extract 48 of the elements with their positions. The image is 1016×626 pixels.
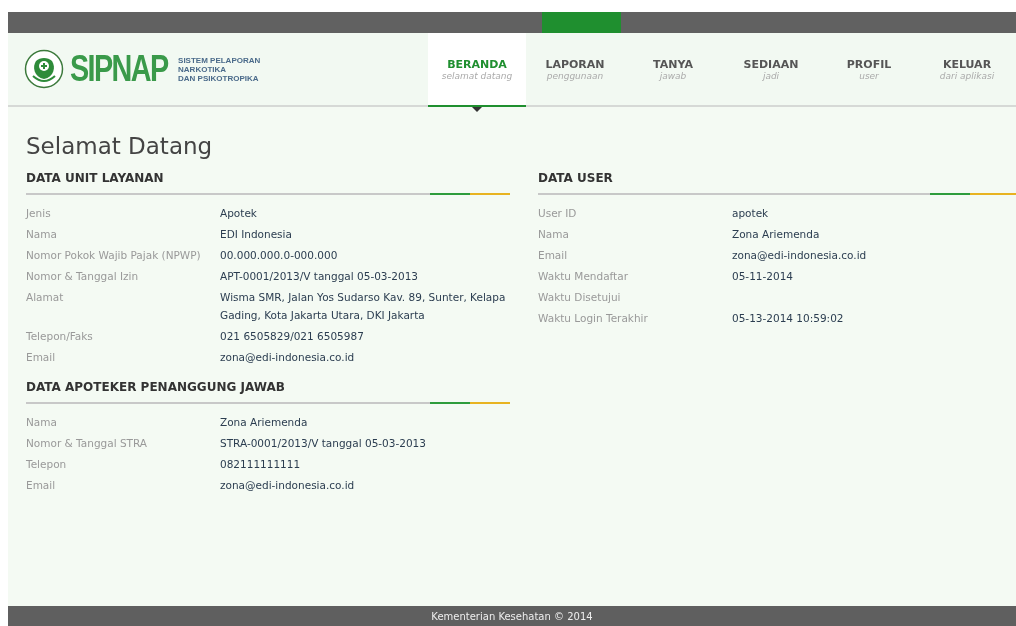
field-label: Telepon <box>26 457 68 472</box>
nav-tab[interactable]: KELUAR dari aplikasi <box>918 33 1016 105</box>
field-label: Alamat <box>26 290 65 305</box>
field-value: EDI Indonesia <box>220 227 293 242</box>
field-label: Email <box>26 478 57 493</box>
field-label: Nama <box>26 415 58 430</box>
field-label: Nomor & Tanggal Izin <box>26 269 140 284</box>
emblem-icon <box>24 49 64 89</box>
field-value: APT-0001/2013/V tanggal 05-03-2013 <box>220 269 420 284</box>
field-label: Jenis <box>26 206 52 221</box>
field-value: Zona Ariemenda <box>732 227 821 242</box>
nav-tab[interactable]: LAPORAN penggunaan <box>526 33 624 105</box>
field-label: User ID <box>538 206 578 221</box>
field-label: Email <box>26 350 57 365</box>
field-label: Nama <box>538 227 570 242</box>
nav-tab[interactable]: TANYA jawab <box>624 33 722 105</box>
field-label: Nomor & Tanggal STRA <box>26 436 149 451</box>
field-value: Wisma SMR, Jalan Yos Sudarso Kav. 89, Sunter, Kelapa Gading, Kota Jakarta Utara, DKI Jakarta <box>220 290 507 323</box>
tagline-text: SISTEM PELAPORAN <box>178 55 261 65</box>
section-heading: DATA APOTEKER PENANGGUNG JAWAB <box>26 380 286 394</box>
copyright-text: Kementerian Kesehatan © 2014 <box>431 610 593 622</box>
field-label: Email <box>538 248 569 263</box>
field-value: STRA-0001/2013/V tanggal 05-03-2013 <box>220 436 427 451</box>
nav-tab[interactable]: PROFIL user <box>820 33 918 105</box>
section-heading: DATA UNIT LAYANAN <box>26 171 165 185</box>
field-label: Waktu Disetujui <box>538 290 622 305</box>
field-value: zona@edi-indonesia.co.id <box>220 350 356 365</box>
field-value: Apotek <box>220 206 258 221</box>
field-label: Telepon/Faks <box>26 329 94 344</box>
field-value: 05-13-2014 10:59:02 <box>732 311 845 326</box>
field-value: 082111111111 <box>220 457 302 472</box>
tagline-text: NARKOTIKA <box>178 64 228 74</box>
section-heading: DATA USER <box>538 171 614 185</box>
field-label: Nomor Pokok Wajib Pajak (NPWP) <box>26 248 202 263</box>
logo-text: SIPNAP <box>70 51 168 87</box>
tagline-text: DAN PSIKOTROPIKA <box>178 73 260 83</box>
field-label: Nama <box>26 227 58 242</box>
field-value: 021 6505829/021 6505987 <box>220 329 365 344</box>
field-label: Waktu Login Terakhir <box>538 311 649 326</box>
field-value: 05-11-2014 <box>732 269 795 284</box>
field-value: zona@edi-indonesia.co.id <box>220 478 356 493</box>
nav-tab[interactable]: SEDIAAN jadi <box>722 33 820 105</box>
field-value: apotek <box>732 206 770 221</box>
page-title: Selamat Datang <box>26 133 214 159</box>
field-value: zona@edi-indonesia.co.id <box>732 248 868 263</box>
field-label: Waktu Mendaftar <box>538 269 629 284</box>
field-value: Zona Ariemenda <box>220 415 309 430</box>
field-value: 00.000.000.0-000.000 <box>220 248 339 263</box>
